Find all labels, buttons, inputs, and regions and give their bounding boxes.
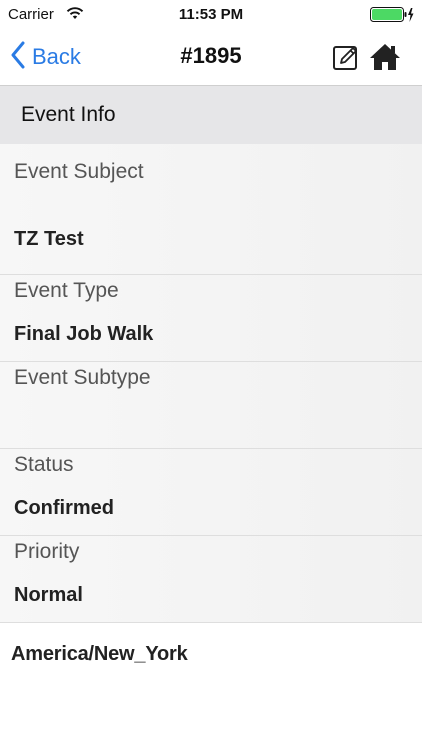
field-label: Event Subtype — [14, 366, 151, 389]
field-label: Priority — [14, 540, 80, 563]
field-list: Event Subject TZ Test Event Type Final J… — [0, 144, 422, 623]
edit-icon[interactable] — [332, 44, 360, 77]
field-event-type: Event Type Final Job Walk — [0, 275, 422, 362]
field-event-subject: Event Subject TZ Test — [0, 144, 422, 275]
navigation-bar: Back #1895 — [0, 30, 422, 86]
home-icon[interactable] — [369, 42, 401, 77]
field-label: Status — [14, 453, 74, 476]
field-label: Event Subject — [14, 160, 144, 183]
field-value: Confirmed — [14, 497, 114, 519]
field-value: Final Job Walk — [14, 323, 154, 345]
timezone-label: America/New_York — [11, 643, 188, 665]
field-value: TZ Test — [14, 228, 84, 250]
battery-charging-icon — [370, 7, 414, 28]
field-value: Normal — [14, 584, 83, 606]
status-bar: Carrier 11:53 PM — [0, 0, 422, 30]
field-label: Event Type — [14, 279, 119, 302]
section-title: Event Info — [21, 103, 116, 126]
clock: 11:53 PM — [178, 6, 244, 23]
field-priority: Priority Normal — [0, 536, 422, 623]
field-event-subtype: Event Subtype — [0, 362, 422, 449]
field-status: Status Confirmed — [0, 449, 422, 536]
section-header: Event Info — [0, 86, 422, 144]
